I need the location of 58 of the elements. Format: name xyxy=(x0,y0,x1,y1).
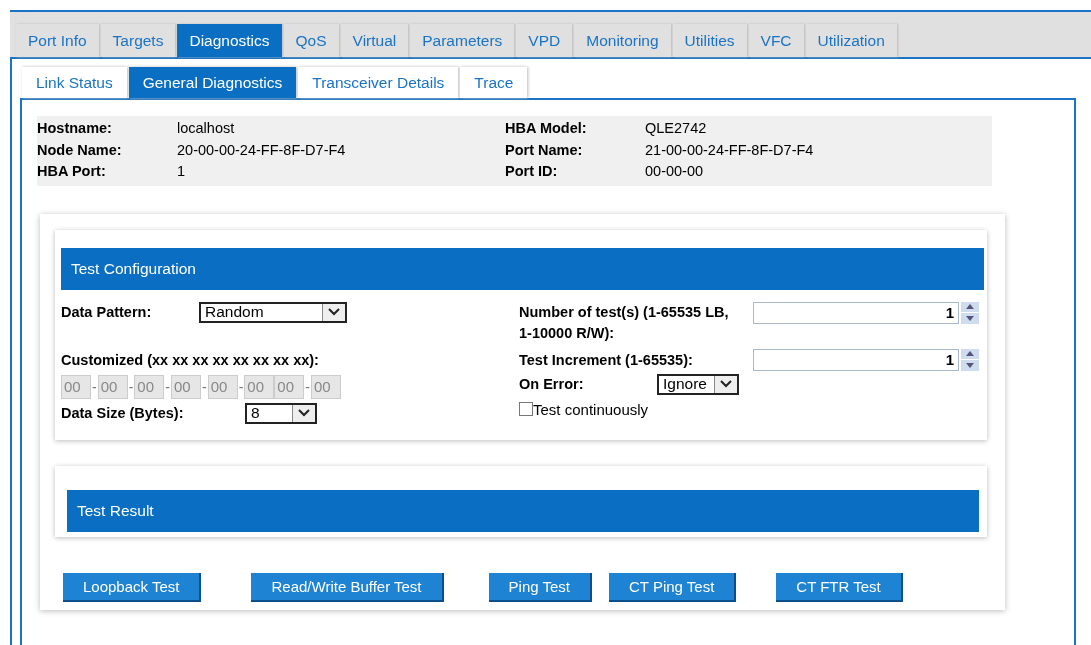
test-button[interactable]: Loopback Test xyxy=(63,572,202,602)
tab[interactable]: Monitoring xyxy=(574,24,671,57)
section-header: Test Result xyxy=(67,489,979,532)
checkbox[interactable] xyxy=(519,402,533,416)
tab[interactable]: QoS xyxy=(283,24,339,57)
spinner-icon[interactable] xyxy=(961,348,979,371)
chevron-down-icon xyxy=(298,409,310,417)
separator-text: - xyxy=(201,378,208,395)
spinner-icon[interactable] xyxy=(961,301,979,324)
field-label: Test Increment (1-65535): xyxy=(519,351,694,368)
tab[interactable]: VFC xyxy=(748,24,804,57)
chevron-down-icon xyxy=(720,380,732,388)
info-value: 00-00-00 xyxy=(645,162,705,181)
tab[interactable]: Utilities xyxy=(672,24,747,57)
sub-tab[interactable]: General Diagnostics xyxy=(128,67,297,98)
test-button[interactable]: Ping Test xyxy=(488,572,592,602)
test-button[interactable]: Read/Write Buffer Test xyxy=(251,572,444,602)
field-label: Data Pattern: xyxy=(61,304,153,320)
separator-text: - xyxy=(127,378,135,395)
separator-text: - xyxy=(304,378,312,395)
info-value: 21-00-00-24-FF-8F-D7-F4 xyxy=(645,140,815,160)
sub-tab[interactable]: Trace xyxy=(460,67,528,98)
test-button[interactable]: CT FTR Test xyxy=(776,572,903,602)
field-label: Data Size (Bytes): xyxy=(61,405,185,421)
chevron-down-icon xyxy=(328,308,340,316)
sub-tab[interactable]: Link Status xyxy=(22,67,127,98)
data-pattern-dropdown[interactable]: Random xyxy=(199,301,347,323)
field-label: Customized (xx xx xx xx xx xx xx xx): xyxy=(61,351,320,368)
tab[interactable]: Parameters xyxy=(410,24,515,57)
separator-text: - xyxy=(237,378,245,395)
tab[interactable]: Virtual xyxy=(340,24,409,57)
info-label: Port Name: xyxy=(505,140,584,160)
number-field[interactable]: 1 xyxy=(753,348,959,371)
tab[interactable]: Port Info xyxy=(16,24,99,57)
separator-text: - xyxy=(164,378,171,395)
data-size-dropdown[interactable]: 8 xyxy=(245,402,317,424)
info-label: HBA Model: xyxy=(505,119,588,138)
info-value: 1 xyxy=(177,162,187,181)
info-label: HBA Port: xyxy=(37,162,107,181)
separator-text: - xyxy=(91,378,98,395)
info-value: 20-00-00-24-FF-8F-D7-F4 xyxy=(177,140,347,160)
info-label: Node Name: xyxy=(37,140,123,160)
number-field[interactable]: 1 xyxy=(753,301,959,324)
section-header: Test Configuration xyxy=(61,247,984,290)
field-label: Number of test(s) (1-65535 LB, 1-10000 R/W): xyxy=(519,302,730,343)
tab[interactable]: Diagnostics xyxy=(177,24,282,57)
info-label: Port ID: xyxy=(505,162,559,181)
info-label: Hostname: xyxy=(37,119,113,138)
tab[interactable]: VPD xyxy=(516,24,573,57)
on-error-dropdown[interactable]: Ignore xyxy=(657,373,739,395)
checkbox-label: Test continuously xyxy=(533,400,649,418)
tab[interactable]: Utilization xyxy=(805,24,897,57)
field-label: On Error: xyxy=(519,376,585,392)
info-value: QLE2742 xyxy=(645,119,708,138)
sub-tab[interactable]: Transceiver Details xyxy=(298,67,459,98)
info-value: localhost xyxy=(177,119,236,138)
test-button[interactable]: CT Ping Test xyxy=(609,572,737,602)
tab[interactable]: Targets xyxy=(100,24,176,57)
